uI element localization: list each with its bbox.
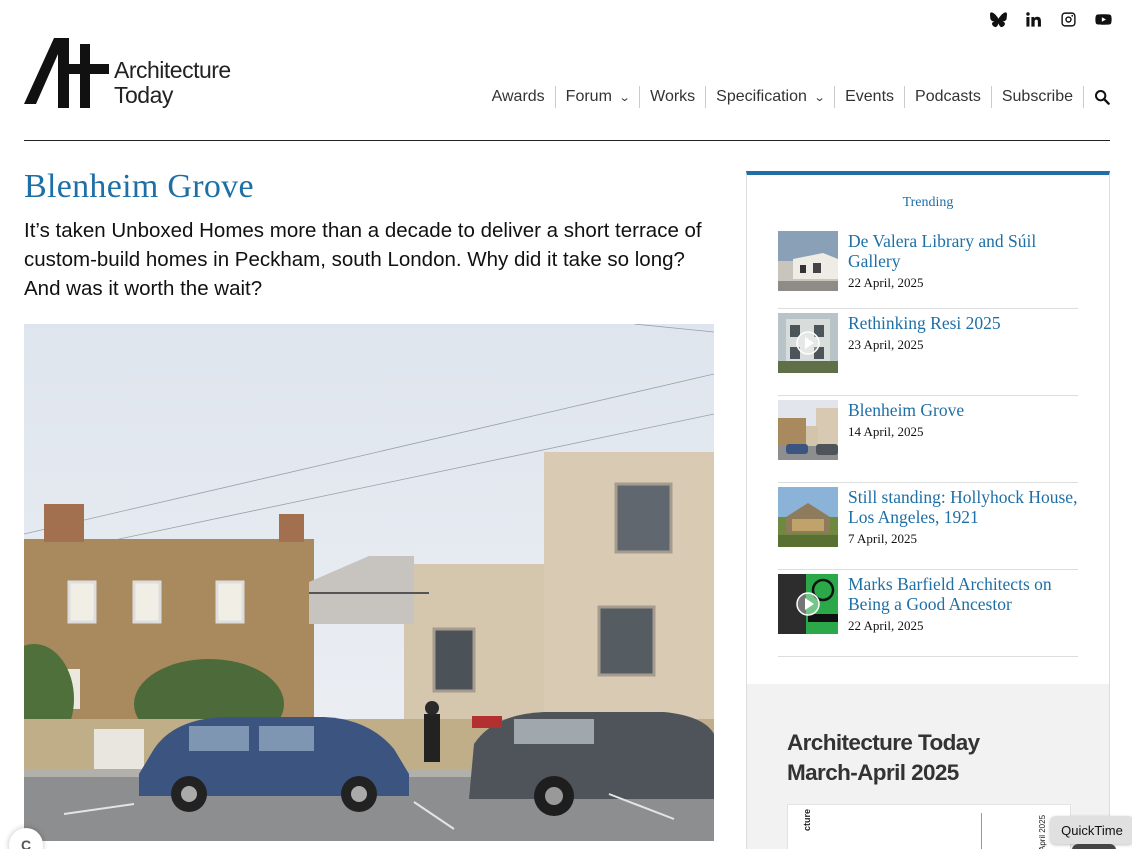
trend-title[interactable]: Still standing: Hollyhock House, Los Ang… xyxy=(848,487,1078,527)
logo-line2: Today xyxy=(114,82,173,108)
list-item[interactable]: Marks Barfield Architects on Being a Goo… xyxy=(778,570,1078,657)
list-item[interactable]: Rethinking Resi 2025 23 April, 2025 xyxy=(778,309,1078,396)
instagram-icon[interactable] xyxy=(1059,10,1077,28)
trending-sidebar: Trending De Valera Library and Súil Gall… xyxy=(746,171,1110,691)
trending-label: Trending xyxy=(902,195,954,210)
magazine-cover[interactable]: cture April 2025 xyxy=(787,804,1071,849)
magazine-spine-text: cture xyxy=(802,808,812,831)
nav-label: Podcasts xyxy=(915,88,981,105)
trend-title[interactable]: De Valera Library and Súil Gallery xyxy=(848,231,1078,271)
nav-subscribe[interactable]: Subscribe xyxy=(990,86,1083,108)
youtube-icon[interactable] xyxy=(1094,10,1112,28)
article-title: Blenheim Grove xyxy=(24,168,254,205)
trend-thumbnail[interactable] xyxy=(778,231,838,291)
list-item[interactable]: Blenheim Grove 14 April, 2025 xyxy=(778,396,1078,483)
nav-podcasts[interactable]: Podcasts xyxy=(904,86,991,108)
trend-date: 7 April, 2025 xyxy=(848,531,917,546)
chevron-down-icon: ⌄ xyxy=(618,91,631,104)
architecture-today-logo-mark xyxy=(24,38,109,108)
list-item[interactable]: Still standing: Hollyhock House, Los Ang… xyxy=(778,483,1078,570)
trend-thumbnail[interactable] xyxy=(778,400,838,460)
quicktime-tooltip: QuickTime xyxy=(1050,816,1132,844)
magazine-title-line2: March-April 2025 xyxy=(787,760,959,785)
trend-title[interactable]: Rethinking Resi 2025 xyxy=(848,313,1001,333)
search-button[interactable] xyxy=(1083,86,1110,108)
cover-divider xyxy=(981,813,982,849)
trend-thumbnail[interactable] xyxy=(778,487,838,547)
trend-date: 22 April, 2025 xyxy=(848,275,924,290)
logo-wordmark: Architecture Today xyxy=(114,58,231,108)
site-logo[interactable]: Architecture Today xyxy=(24,38,231,108)
magazine-cover-date: April 2025 xyxy=(1038,814,1047,849)
trend-title[interactable]: Marks Barfield Architects on Being a Goo… xyxy=(848,574,1078,614)
main-nav: Awards Forum ⌄ Works Specification ⌄ Event… xyxy=(482,86,1110,108)
trend-date: 22 April, 2025 xyxy=(848,618,924,633)
nav-label: Awards xyxy=(491,88,545,105)
trend-thumbnail[interactable] xyxy=(778,313,838,373)
linkedin-icon[interactable] xyxy=(1024,10,1042,28)
nav-label: Specification xyxy=(716,88,807,105)
nav-label: Works xyxy=(650,88,696,105)
nav-forum[interactable]: Forum ⌄ xyxy=(554,86,639,108)
nav-label: Events xyxy=(845,88,895,105)
nav-awards[interactable]: Awards xyxy=(482,86,555,108)
chevron-down-icon: ⌄ xyxy=(813,91,826,104)
trend-thumbnail[interactable] xyxy=(778,574,838,634)
nav-events[interactable]: Events xyxy=(834,86,904,108)
header-divider xyxy=(24,140,1110,141)
trend-date: 23 April, 2025 xyxy=(848,337,924,352)
bluesky-icon[interactable] xyxy=(989,10,1007,28)
search-icon xyxy=(1095,90,1110,105)
quicktime-control[interactable] xyxy=(1072,844,1116,849)
logo-line1: Architecture xyxy=(114,57,231,83)
trend-date: 14 April, 2025 xyxy=(848,424,924,439)
nav-specification[interactable]: Specification ⌄ xyxy=(705,86,834,108)
magazine-title: Architecture Today March-April 2025 xyxy=(787,728,980,788)
nav-label: Forum xyxy=(565,88,612,105)
hero-image xyxy=(24,324,714,841)
nav-works[interactable]: Works xyxy=(639,86,705,108)
article-standfirst: It’s taken Unboxed Homes more than a dec… xyxy=(24,219,702,300)
trend-title[interactable]: Blenheim Grove xyxy=(848,400,964,420)
magazine-title-line1: Architecture Today xyxy=(787,730,980,755)
list-item[interactable]: De Valera Library and Súil Gallery 22 Ap… xyxy=(778,231,1078,309)
trending-list: De Valera Library and Súil Gallery 22 Ap… xyxy=(778,231,1078,657)
nav-label: Subscribe xyxy=(1001,88,1073,105)
social-links xyxy=(989,10,1112,28)
